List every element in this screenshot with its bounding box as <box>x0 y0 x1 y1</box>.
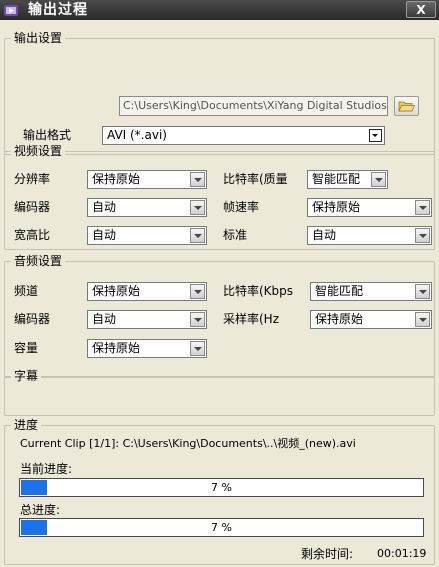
audio-volume-select[interactable]: 保持原始 <box>87 339 207 358</box>
video-resolution-value: 保持原始 <box>92 172 141 186</box>
chevron-down-icon <box>190 172 205 187</box>
chevron-down-icon <box>415 312 430 327</box>
chevron-down-icon <box>415 228 430 243</box>
remaining-time-label: 剩余时间: <box>301 547 354 561</box>
current-progress-label: 当前进度: <box>20 462 73 476</box>
audio-volume-label: 容量 <box>14 341 39 355</box>
audio-codec-label: 编码器 <box>14 312 51 326</box>
chevron-down-icon <box>415 200 430 215</box>
subtitle-title: 字幕 <box>11 369 42 383</box>
audio-codec-value: 自动 <box>92 312 117 326</box>
audio-samplerate-value: 保持原始 <box>315 312 364 326</box>
folder-open-icon <box>398 101 416 112</box>
subtitle-group: 字幕 <box>4 369 435 416</box>
app-icon <box>4 5 18 16</box>
video-framerate-select[interactable]: 保持原始 <box>307 198 432 217</box>
current-progress-text: 7 % <box>211 481 232 494</box>
chevron-down-icon <box>415 284 430 299</box>
audio-bitrate-value: 智能匹配 <box>315 284 364 298</box>
video-codec-label: 编码器 <box>14 200 51 214</box>
audio-channel-label: 频道 <box>14 284 39 298</box>
output-format-label: 输出格式 <box>23 128 72 142</box>
video-aspect-label: 宽高比 <box>14 228 51 242</box>
chevron-down-icon <box>190 341 205 356</box>
dialog-body: 输出设置 C:\Users\King\Documents\XiYang Digi… <box>2 20 437 565</box>
title-bar: 输出过程 X <box>0 0 439 20</box>
video-codec-value: 自动 <box>92 200 117 214</box>
video-aspect-select[interactable]: 自动 <box>87 226 207 245</box>
audio-channel-value: 保持原始 <box>92 284 141 298</box>
output-format-value: AVI (*.avi) <box>107 128 167 142</box>
chevron-down-icon <box>190 284 205 299</box>
chevron-down-icon <box>369 129 382 142</box>
video-codec-select[interactable]: 自动 <box>87 198 207 217</box>
audio-settings-title: 音频设置 <box>11 254 66 268</box>
video-standard-label: 标准 <box>223 228 248 242</box>
audio-volume-value: 保持原始 <box>92 341 141 355</box>
audio-channel-select[interactable]: 保持原始 <box>87 282 207 301</box>
window-title: 输出过程 <box>28 2 88 18</box>
progress-group: 进度 Current Clip [1/1]: C:\Users\King\Doc… <box>4 418 435 565</box>
output-settings-group: 输出设置 C:\Users\King\Documents\XiYang Digi… <box>4 31 435 155</box>
video-bitrate-label: 比特率(质量 <box>223 172 288 186</box>
current-clip-text: Current Clip [1/1]: C:\Users\King\Docume… <box>20 437 356 450</box>
video-standard-value: 自动 <box>312 228 337 242</box>
audio-codec-select[interactable]: 自动 <box>87 310 207 329</box>
output-path-field[interactable]: C:\Users\King\Documents\XiYang Digital S… <box>119 96 388 116</box>
progress-title: 进度 <box>11 418 42 432</box>
video-framerate-value: 保持原始 <box>312 200 361 214</box>
close-button[interactable]: X <box>406 1 436 18</box>
video-framerate-label: 帧速率 <box>223 200 260 214</box>
total-progress-label: 总进度: <box>20 503 61 517</box>
output-format-select[interactable]: AVI (*.avi) <box>102 126 385 145</box>
output-settings-title: 输出设置 <box>11 31 66 45</box>
remaining-time-value: 00:01:19 <box>377 547 427 560</box>
audio-bitrate-select[interactable]: 智能匹配 <box>310 282 432 301</box>
chevron-down-icon <box>190 312 205 327</box>
video-bitrate-select[interactable]: 智能匹配 <box>307 170 388 189</box>
audio-bitrate-label: 比特率(Kbps <box>223 284 294 298</box>
current-progress-bar: 7 % <box>19 478 424 497</box>
video-aspect-value: 自动 <box>92 228 117 242</box>
total-progress-text: 7 % <box>211 521 232 534</box>
video-resolution-label: 分辨率 <box>14 172 51 186</box>
video-standard-select[interactable]: 自动 <box>307 226 432 245</box>
video-settings-title: 视频设置 <box>11 144 66 158</box>
video-bitrate-value: 智能匹配 <box>312 172 361 186</box>
browse-folder-button[interactable] <box>394 96 419 116</box>
chevron-down-icon <box>371 172 386 187</box>
video-resolution-select[interactable]: 保持原始 <box>87 170 207 189</box>
chevron-down-icon <box>190 228 205 243</box>
audio-samplerate-label: 采样率(Hz <box>223 312 280 326</box>
total-progress-bar: 7 % <box>19 518 424 537</box>
audio-settings-group: 音频设置 频道 保持原始 比特率(Kbps 智能匹配 编码器 自动 采样率(Hz… <box>4 254 435 378</box>
chevron-down-icon <box>190 200 205 215</box>
video-settings-group: 视频设置 分辨率 保持原始 比特率(质量 智能匹配 编码器 自动 帧速率 保持原… <box>4 144 435 250</box>
audio-samplerate-select[interactable]: 保持原始 <box>310 310 432 329</box>
